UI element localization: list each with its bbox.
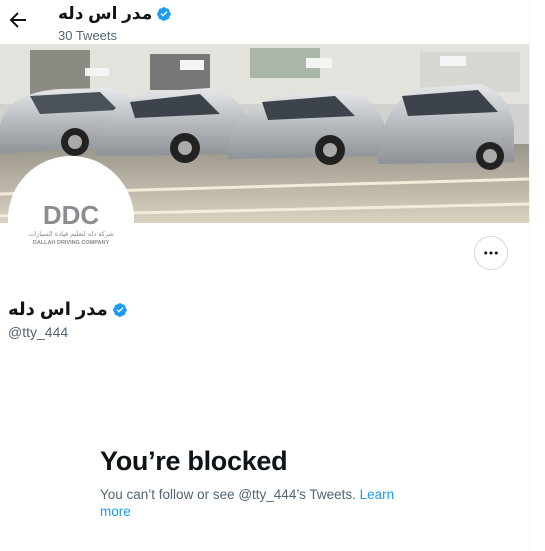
more-icon: [484, 251, 498, 255]
column-divider: [529, 0, 530, 551]
back-arrow-icon: [9, 12, 26, 28]
blocked-message-text: You can’t follow or see @tty_444’s Tweet…: [100, 487, 356, 502]
avatar-english-text: DALLAH DRIVING COMPANY: [33, 240, 110, 246]
avatar-arabic-text: شركة دله لتعليم قيادة السيارات: [28, 230, 114, 238]
header-name: مدر اس دله: [58, 4, 153, 23]
header-title: مدر اس دله: [58, 4, 172, 24]
profile-name-text: مدر اس دله: [8, 299, 108, 319]
back-button[interactable]: [6, 8, 30, 32]
blocked-title: You’re blocked: [100, 446, 288, 476]
verified-badge-icon: [112, 302, 127, 317]
avatar-logo-text: DDC: [43, 200, 100, 230]
profile-avatar[interactable]: DDC شركة دله لتعليم قيادة السيارات DALLA…: [8, 156, 134, 282]
blocked-message: You can’t follow or see @tty_444’s Tweet…: [100, 486, 420, 520]
profile-name: مدر اس دله: [8, 299, 128, 320]
profile-column: مدر اس دله 30 Tweets DDC شركة دله لتعليم…: [0, 0, 530, 551]
tweet-count: 30 Tweets: [58, 28, 118, 43]
top-bar: مدر اس دله 30 Tweets: [0, 0, 529, 44]
verified-badge-icon: [157, 7, 172, 21]
profile-handle: @tty_444: [8, 324, 69, 340]
more-button[interactable]: [474, 236, 508, 270]
